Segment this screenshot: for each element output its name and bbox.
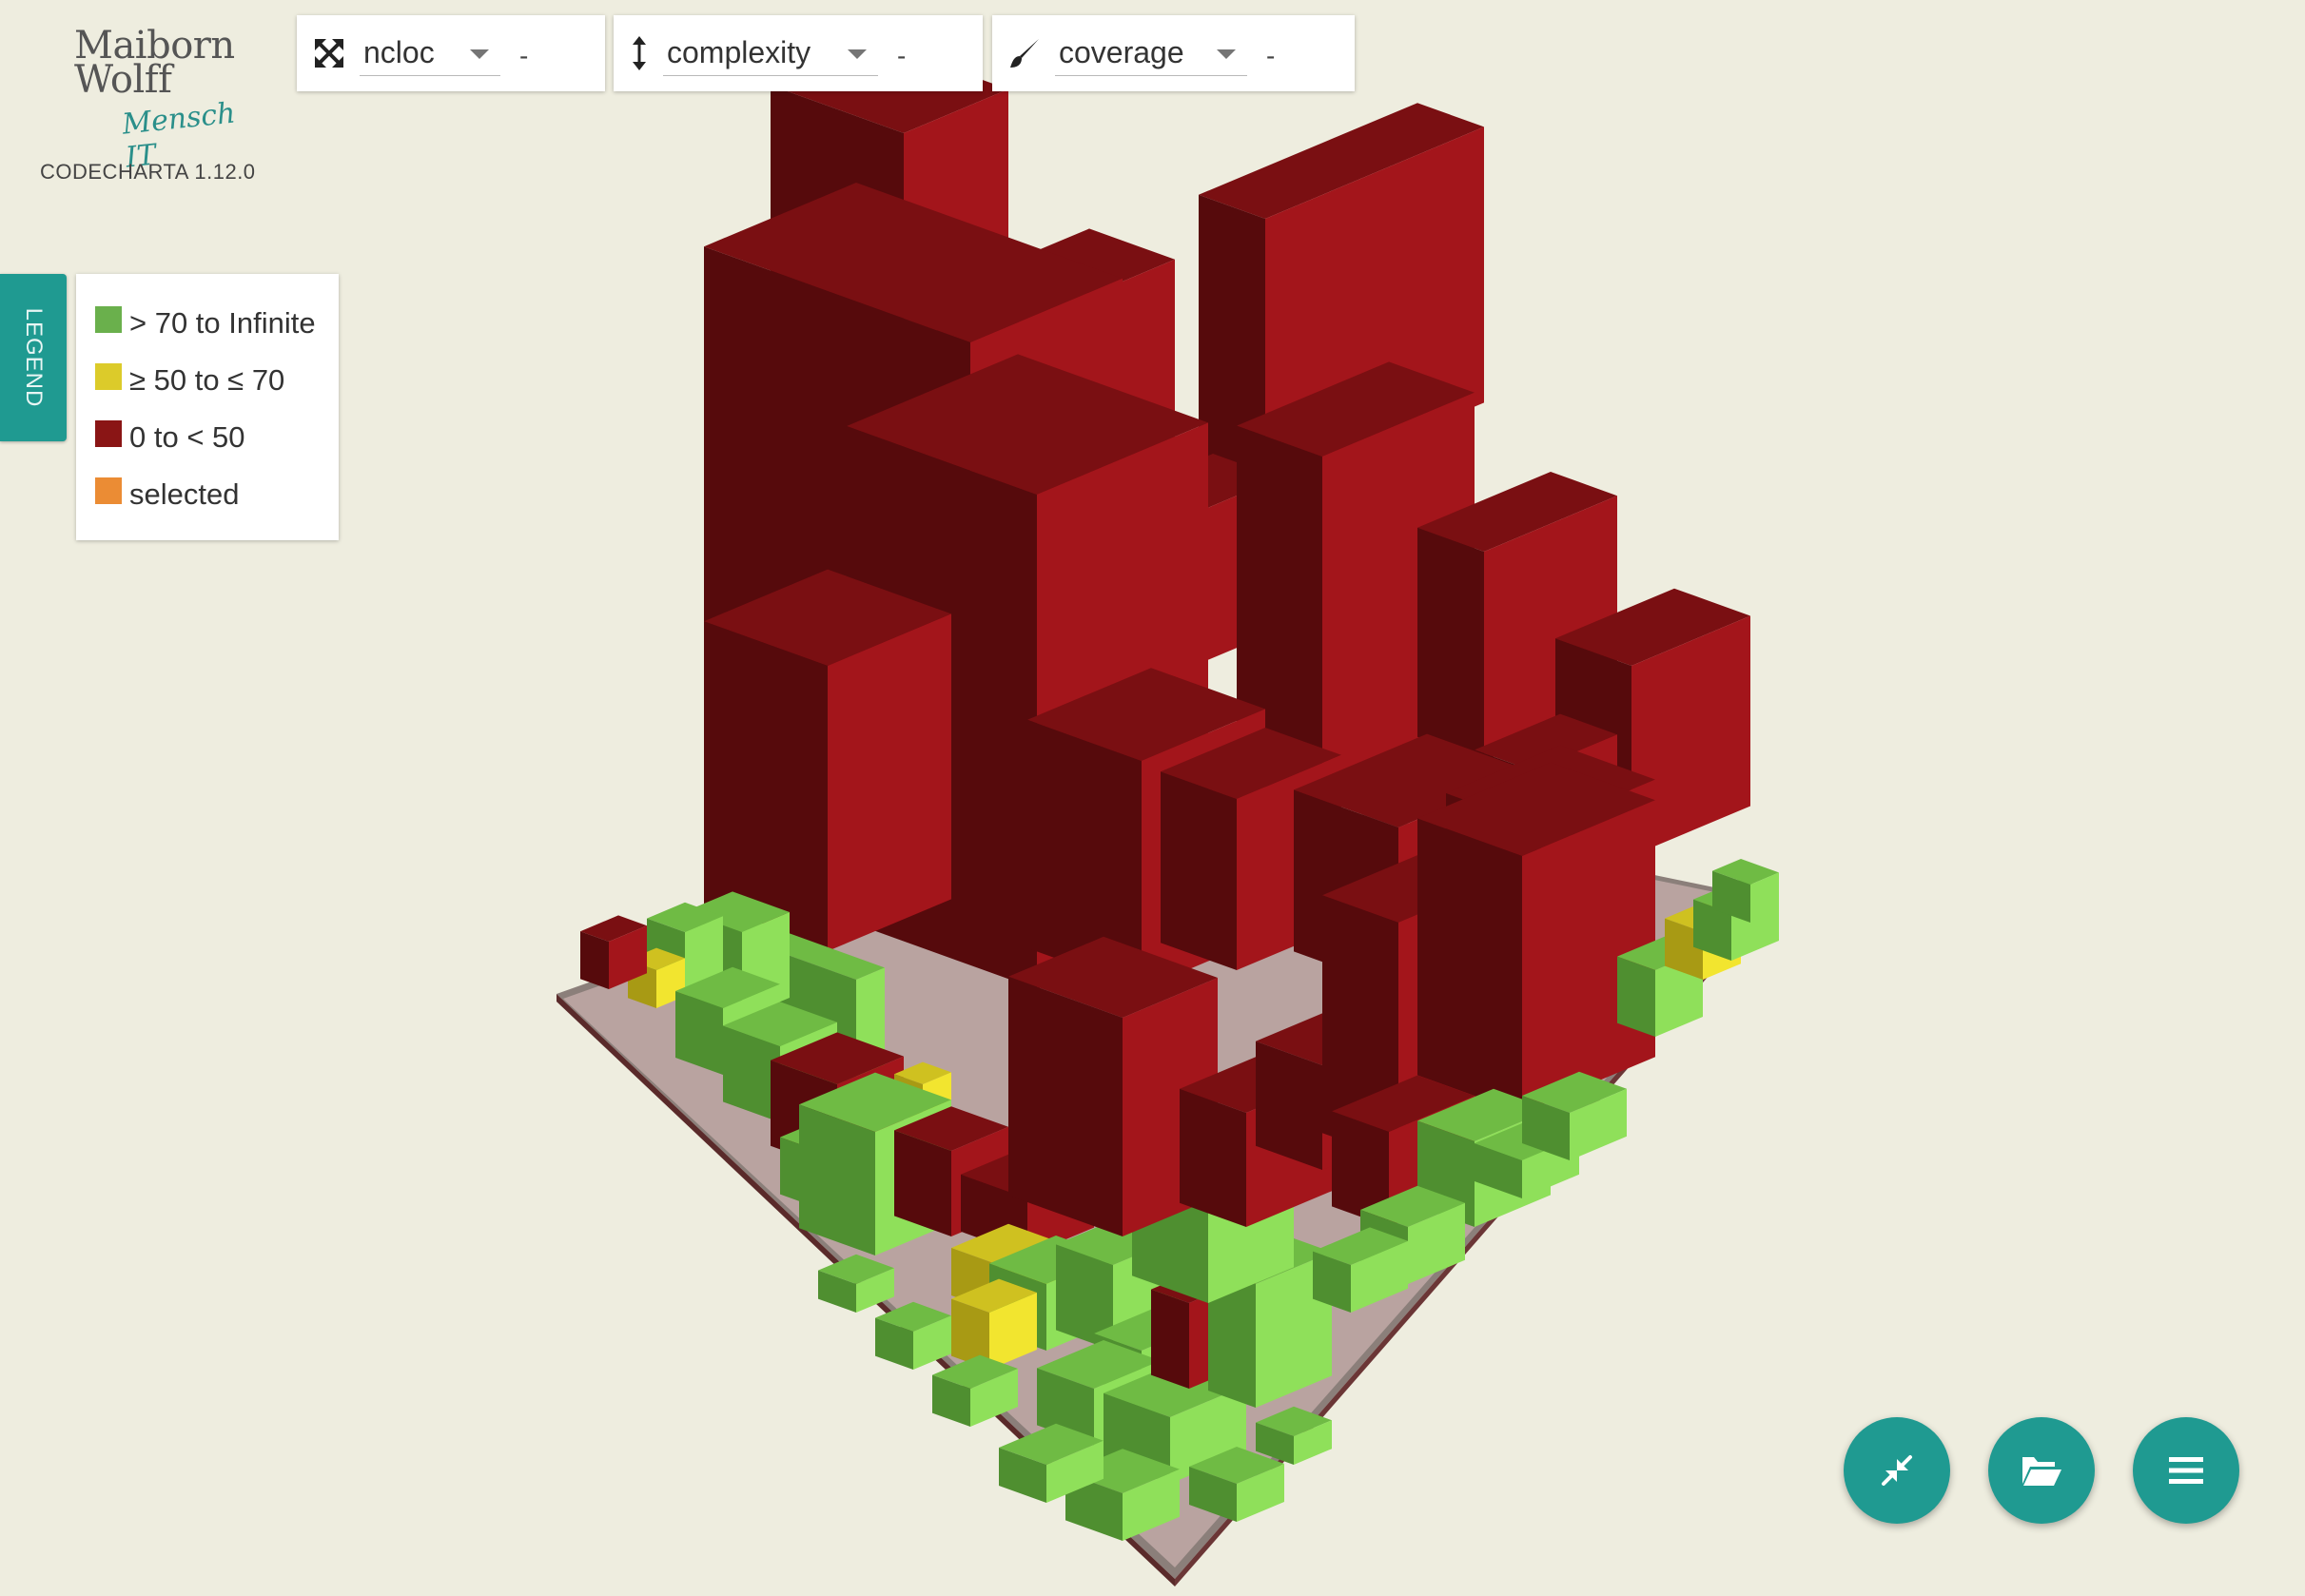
legend-swatch-bad [95, 420, 122, 447]
legend-toggle-tab[interactable]: LEGEND [0, 274, 67, 441]
legend-swatch-selected [95, 477, 122, 504]
legend-item-label: selected [129, 477, 240, 511]
code-city-map[interactable] [0, 0, 2305, 1596]
reset-view-button[interactable] [1844, 1417, 1950, 1524]
area-metric-select[interactable]: ncloc [360, 30, 500, 76]
legend-swatch-medium [95, 363, 122, 390]
legend-item-bad: 0 to < 50 [95, 409, 339, 466]
area-expand-icon [312, 36, 346, 70]
legend-item-label: > 70 to Infinite [129, 306, 316, 340]
area-metric-label: ncloc [363, 35, 435, 69]
legend-item-selected: selected [95, 466, 339, 523]
color-metric-label: coverage [1059, 35, 1184, 69]
height-metric-select[interactable]: complexity [663, 30, 878, 76]
height-arrow-icon [629, 36, 650, 70]
legend-item-label: 0 to < 50 [129, 420, 245, 454]
area-metric-value: - [519, 41, 529, 70]
area-metric-chooser: ncloc - [297, 15, 605, 91]
folder-open-icon [2022, 1457, 2061, 1486]
paint-brush-icon [1007, 36, 1042, 70]
logo-word-wolff: Wolff [74, 58, 172, 102]
chevron-down-icon [848, 49, 867, 59]
app-version: CODECHARTA 1.12.0 [40, 160, 256, 184]
height-metric-label: complexity [667, 35, 811, 69]
legend-panel: > 70 to Infinite ≥ 50 to ≤ 70 0 to < 50 … [76, 274, 339, 540]
maibornwolff-logo: Maiborn Wolff Mensch IT [74, 27, 264, 175]
chevron-down-icon [1217, 49, 1236, 59]
chevron-down-icon [470, 49, 489, 59]
legend-tab-label: LEGEND [21, 307, 47, 408]
color-metric-value: - [1266, 41, 1276, 70]
color-metric-chooser: coverage - [992, 15, 1355, 91]
legend-item-good: > 70 to Infinite [95, 295, 339, 352]
legend-item-label: ≥ 50 to ≤ 70 [129, 363, 285, 397]
hamburger-menu-icon [2169, 1457, 2203, 1484]
height-metric-value: - [897, 41, 907, 70]
legend-item-medium: ≥ 50 to ≤ 70 [95, 352, 339, 409]
menu-button[interactable] [2133, 1417, 2239, 1524]
legend-swatch-good [95, 306, 122, 333]
height-metric-chooser: complexity - [614, 15, 983, 91]
color-metric-select[interactable]: coverage [1055, 30, 1247, 76]
compress-arrows-icon [1882, 1455, 1912, 1486]
open-file-button[interactable] [1988, 1417, 2095, 1524]
